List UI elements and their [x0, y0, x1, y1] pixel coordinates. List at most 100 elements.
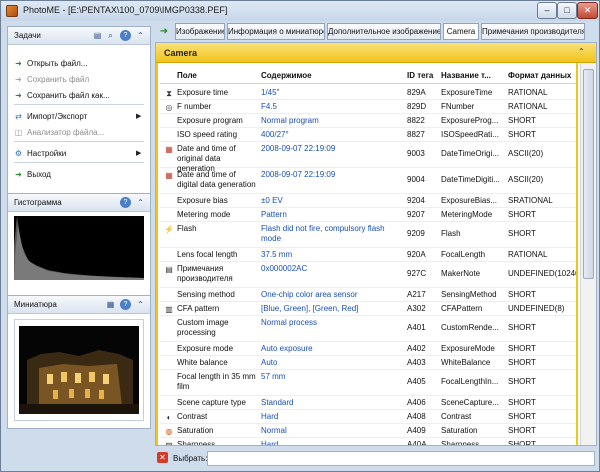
maker-note-icon: ▤ [165, 265, 173, 274]
field-name-cell: Exposure mode [177, 344, 234, 353]
field-name-cell: Exposure program [177, 116, 243, 125]
scrollbar-thumb[interactable] [583, 69, 594, 279]
collapse-icon[interactable]: ⌃ [135, 30, 146, 41]
field-name-cell: F number [177, 102, 212, 111]
field-name-cell: ISO speed rating [177, 130, 238, 139]
task-item[interactable]: ➜ Открыть файл... [8, 56, 150, 71]
title-bar: PhotoME - [E:\PENTAX\100_0709\IMGP0338.P… [1, 1, 599, 21]
table-row[interactable]: White balance Auto A403 WhiteBalance SHORT [160, 356, 576, 370]
column-header-content[interactable]: Содержимое [261, 71, 401, 80]
table-row[interactable]: ▨ Sharpness Hard A40A Sharpness SHORT [160, 438, 576, 445]
help-icon[interactable]: ? [120, 30, 131, 41]
close-x-icon[interactable]: ✕ [157, 452, 168, 463]
table-row[interactable]: Exposure mode Auto exposure A402 ExposureMo… [160, 342, 576, 356]
section-border-left [156, 63, 158, 445]
thumbnail-image[interactable] [19, 326, 139, 414]
field-name-cell: Exposure bias [177, 196, 228, 205]
task-item[interactable]: ➜ Сохранить файл как... [8, 88, 150, 103]
qr-code-icon[interactable]: ▦ [105, 299, 116, 310]
tab-additional-image[interactable]: Дополнительное изображение [327, 23, 441, 40]
tab-thumbnail-info[interactable]: Информация о миниатюре [227, 23, 325, 40]
histogram-panel-title: Гистограмма [14, 198, 62, 207]
table-row[interactable]: Custom image processing Normal process A40… [160, 316, 576, 342]
field-value-cell: Flash did not fire, compulsory flash mod… [261, 224, 385, 243]
tag-id-cell: 8827 [407, 130, 425, 139]
column-header-tag-name[interactable]: Название т... [441, 71, 505, 80]
table-row[interactable]: ▤ Примечания производителя 0x000002AC 927C M… [160, 262, 576, 288]
tag-name-cell: WhiteBalance [441, 358, 491, 367]
table-row[interactable]: ◐ Contrast Hard A408 Contrast SHORT [160, 410, 576, 424]
field-value-cell: Hard [261, 412, 279, 421]
table-row[interactable]: Metering mode Pattern 9207 MeteringMode SHOR… [160, 208, 576, 222]
field-name-cell: Sensing method [177, 290, 235, 299]
tag-name-cell: FocalLength [441, 250, 486, 259]
tab-image[interactable]: Изображение [175, 23, 225, 40]
close-button[interactable]: ✕ [577, 2, 598, 19]
table-row[interactable]: ISO speed rating 400/27° 8827 ISOSpeedRati.… [160, 128, 576, 142]
data-format-cell: SHORT [508, 130, 536, 139]
row-icon-slot [163, 318, 175, 330]
field-value-cell: Pattern [261, 210, 287, 219]
save-as-arrow-icon: ➜ [15, 91, 22, 100]
tag-name-cell: FocalLengthIn... [441, 377, 499, 386]
task-item[interactable]: ⇄ Импорт/Экспорт ▶ [8, 109, 150, 124]
help-icon[interactable]: ? [120, 299, 131, 310]
maximize-button[interactable]: □ [557, 2, 577, 19]
help-icon[interactable]: ? [120, 197, 131, 208]
tab-maker-notes[interactable]: Примечания производителя [481, 23, 585, 40]
green-arrow-icon[interactable]: ➜ [157, 26, 171, 38]
tab-camera[interactable]: Camera [443, 23, 479, 40]
tag-name-cell: ISOSpeedRati... [441, 130, 499, 139]
select-input[interactable] [207, 451, 595, 466]
table-row[interactable]: ◎ F number F4.5 829D FNumber RATIONAL [160, 100, 576, 114]
tag-name-cell: MeteringMode [441, 210, 493, 219]
column-header-field[interactable]: Поле [177, 71, 257, 80]
header-divider [160, 83, 576, 84]
table-row[interactable]: ▦ Date and time of original data generati… [160, 142, 576, 173]
field-value-cell: 0x000002AC [261, 264, 308, 273]
field-value-cell: Normal [261, 426, 287, 435]
data-format-cell: SHORT [508, 116, 536, 125]
table-row[interactable]: ⧗ Exposure time 1/45" 829A ExposureTime RATIO… [160, 86, 576, 100]
select-label: Выбрать: [173, 454, 208, 463]
table-row[interactable]: Focal length in 35 mm film 57 mm A405 Focal… [160, 370, 576, 396]
collapse-icon[interactable]: ⌃ [135, 197, 146, 208]
miniature-panel: Миниатюра ▦ ? ⌃ [7, 295, 151, 429]
table-row[interactable]: Sensing method One-chip color area sensor… [160, 288, 576, 302]
table-row[interactable]: Lens focal length 37.5 mm 920A FocalLength R… [160, 248, 576, 262]
tag-name-cell: DateTimeOrigi... [441, 149, 499, 158]
copy-icon[interactable]: ▤ [92, 30, 103, 41]
tag-id-cell: 927C [407, 269, 427, 278]
minimize-button[interactable]: – [537, 2, 557, 19]
app-window: PhotoME - [E:\PENTAX\100_0709\IMGP0338.P… [0, 0, 600, 472]
histogram-panel-header[interactable]: Гистограмма ? ⌃ [8, 194, 150, 212]
collapse-icon[interactable]: ⌃ [578, 47, 585, 56]
tasks-panel-header[interactable]: Задачи ▤ ⌕ ? ⌃ [8, 27, 150, 45]
task-item[interactable]: ➜ Выход [8, 167, 150, 182]
table-row[interactable]: ◍ Saturation Normal A409 Saturation SHORT [160, 424, 576, 438]
miniature-panel-header[interactable]: Миниатюра ▦ ? ⌃ [8, 296, 150, 314]
task-item-label: Открыть файл... [27, 59, 88, 68]
row-icon-slot [163, 344, 175, 356]
tag-id-cell: 9207 [407, 210, 425, 219]
table-row[interactable]: ▦ Date and time of digital data generatio… [160, 168, 576, 194]
vertical-scrollbar[interactable] [580, 63, 596, 445]
tag-id-cell: A408 [407, 412, 426, 421]
submenu-arrow-icon: ▶ [136, 113, 142, 120]
table-row[interactable]: Exposure bias ±0 EV 9204 ExposureBias... SRA… [160, 194, 576, 208]
camera-section-header[interactable]: Camera ⌃ [156, 43, 596, 63]
table-row[interactable]: ▥ CFA pattern [Blue, Green], [Green, Red] A… [160, 302, 576, 316]
tag-name-cell: ExposureTime [441, 88, 493, 97]
tag-name-cell: CustomRende... [441, 323, 499, 332]
search-icon[interactable]: ⌕ [105, 30, 116, 41]
table-row[interactable]: Exposure program Normal program 8822 Exposu… [160, 114, 576, 128]
table-row[interactable]: ⚡ Flash Flash did not fire, compulsory fla… [160, 222, 576, 248]
data-format-cell: SHORT [508, 323, 536, 332]
column-header-tag-id[interactable]: ID тега [407, 71, 441, 80]
table-row[interactable]: Scene capture type Standard A406 SceneCaptu… [160, 396, 576, 410]
tag-id-cell: 9209 [407, 229, 425, 238]
collapse-icon[interactable]: ⌃ [135, 299, 146, 310]
task-item[interactable]: ⚙ Настройки ▶ [8, 146, 150, 161]
column-header-data-format[interactable]: Формат данных [508, 71, 576, 80]
settings-icon: ⚙ [14, 149, 23, 158]
